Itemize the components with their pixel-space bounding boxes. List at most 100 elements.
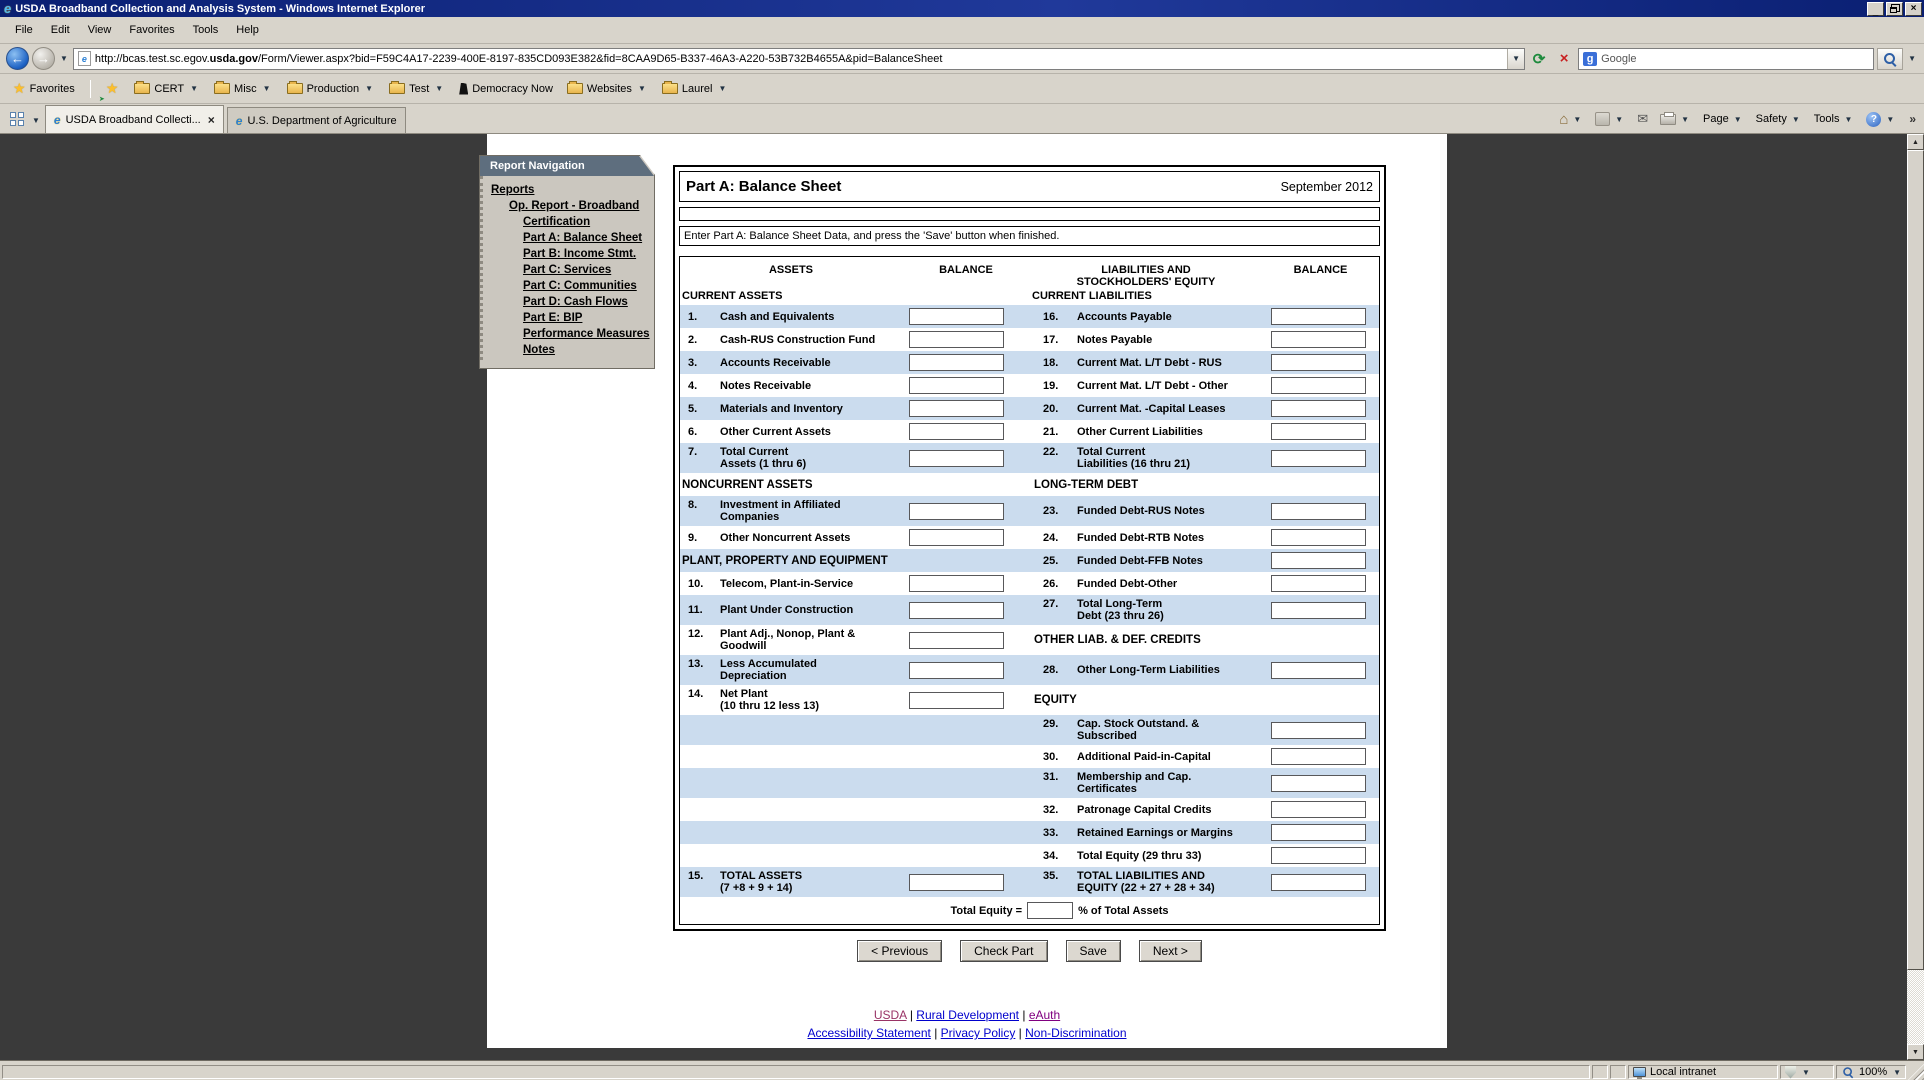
balance-input-10[interactable]: [909, 575, 1004, 592]
balance-input-7[interactable]: [909, 450, 1004, 467]
balance-input-12[interactable]: [909, 632, 1004, 649]
balance-input-25[interactable]: [1271, 552, 1366, 569]
balance-input-23[interactable]: [1271, 503, 1366, 520]
favorites-item-misc[interactable]: Misc▼: [209, 80, 278, 98]
nav-link-part-c-services[interactable]: Part C: Services: [483, 262, 652, 278]
balance-input-29[interactable]: [1271, 722, 1366, 739]
protected-mode-pane[interactable]: ▼: [1780, 1065, 1834, 1079]
previous-button[interactable]: < Previous: [857, 940, 942, 962]
nav-link-certification[interactable]: Certification: [483, 214, 652, 230]
toolbar-overflow-icon[interactable]: »: [1905, 112, 1920, 126]
search-box[interactable]: g: [1578, 48, 1874, 70]
favorites-center-button[interactable]: ★ Favorites: [8, 77, 80, 100]
balance-input-21[interactable]: [1271, 423, 1366, 440]
balance-input-22[interactable]: [1271, 450, 1366, 467]
balance-input-15[interactable]: [909, 874, 1004, 891]
balance-input-32[interactable]: [1271, 801, 1366, 818]
minimize-button[interactable]: _: [1867, 2, 1884, 16]
footer-link-privacy-policy[interactable]: Privacy Policy: [941, 1026, 1016, 1040]
balance-input-30[interactable]: [1271, 748, 1366, 765]
search-dropdown-icon[interactable]: ▼: [1906, 54, 1918, 63]
balance-input-14[interactable]: [909, 692, 1004, 709]
close-button[interactable]: ×: [1905, 2, 1922, 16]
read-mail-button[interactable]: ✉: [1634, 109, 1651, 129]
history-dropdown-icon[interactable]: ▼: [58, 54, 70, 63]
vertical-scrollbar[interactable]: ▲ ▼: [1907, 134, 1924, 1060]
balance-input-24[interactable]: [1271, 529, 1366, 546]
feeds-button[interactable]: ▼: [1592, 110, 1628, 128]
balance-input-27[interactable]: [1271, 602, 1366, 619]
footer-link-eauth[interactable]: eAuth: [1029, 1008, 1060, 1022]
home-button[interactable]: ⌂▼: [1556, 110, 1586, 129]
menu-view[interactable]: View: [79, 21, 121, 39]
url-field[interactable]: e http://bcas.test.sc.egov.usda.gov/Form…: [73, 48, 1525, 70]
url-text[interactable]: http://bcas.test.sc.egov.usda.gov/Form/V…: [95, 53, 1507, 65]
balance-input-35[interactable]: [1271, 874, 1366, 891]
favorites-item-production[interactable]: Production▼: [282, 80, 381, 98]
balance-input-18[interactable]: [1271, 354, 1366, 371]
balance-input-34[interactable]: [1271, 847, 1366, 864]
balance-input-26[interactable]: [1271, 575, 1366, 592]
print-button[interactable]: ▼: [1657, 112, 1694, 127]
balance-input-4[interactable]: [909, 377, 1004, 394]
footer-link-rural-development[interactable]: Rural Development: [916, 1008, 1019, 1022]
zoom-control-pane[interactable]: 100% ▼: [1836, 1065, 1906, 1079]
balance-input-9[interactable]: [909, 529, 1004, 546]
balance-input-20[interactable]: [1271, 400, 1366, 417]
nav-link-op-report-broadband[interactable]: Op. Report - Broadband: [483, 198, 652, 214]
nav-link-part-c-communities[interactable]: Part C: Communities: [483, 278, 652, 294]
balance-input-5[interactable]: [909, 400, 1004, 417]
browser-tab-2[interactable]: eU.S. Department of Agriculture: [227, 107, 406, 133]
refresh-button[interactable]: ⟳: [1528, 47, 1550, 71]
scroll-up-icon[interactable]: ▲: [1907, 134, 1924, 150]
nav-link-part-d-cash-flows[interactable]: Part D: Cash Flows: [483, 294, 652, 310]
nav-link-part-e-bip-performance-measures[interactable]: Part E: BIP Performance Measures: [483, 310, 652, 342]
help-button[interactable]: ?▼: [1863, 110, 1899, 129]
forward-button[interactable]: →: [32, 47, 55, 70]
url-dropdown-button[interactable]: ▼: [1507, 49, 1524, 69]
quick-tabs-button[interactable]: [4, 107, 30, 131]
balance-input-28[interactable]: [1271, 662, 1366, 679]
safety-menu-button[interactable]: Safety▼: [1753, 111, 1805, 127]
page-menu-button[interactable]: Page▼: [1700, 111, 1747, 127]
check-part-button[interactable]: Check Part: [960, 940, 1047, 962]
report-navigation-header[interactable]: Report Navigation: [480, 156, 654, 176]
close-tab-icon[interactable]: ×: [206, 113, 215, 127]
footer-link-accessibility-statement[interactable]: Accessibility Statement: [807, 1026, 930, 1040]
scroll-down-icon[interactable]: ▼: [1907, 1044, 1924, 1060]
browser-tab-1[interactable]: eUSDA Broadband Collecti...×: [45, 105, 224, 133]
menu-tools[interactable]: Tools: [184, 21, 228, 39]
favorites-item-test[interactable]: Test▼: [384, 80, 450, 98]
total-equity-input[interactable]: [1027, 902, 1073, 919]
save-button[interactable]: Save: [1066, 940, 1121, 962]
menu-file[interactable]: File: [6, 21, 42, 39]
nav-link-part-b-income-stmt[interactable]: Part B: Income Stmt.: [483, 246, 652, 262]
favorites-item-cert[interactable]: CERT▼: [129, 80, 205, 98]
tab-list-dropdown-icon[interactable]: ▼: [30, 116, 42, 125]
nav-link-part-a-balance-sheet[interactable]: Part A: Balance Sheet: [483, 230, 652, 246]
balance-input-6[interactable]: [909, 423, 1004, 440]
footer-link-usda[interactable]: USDA: [874, 1008, 907, 1022]
next-button[interactable]: Next >: [1139, 940, 1202, 962]
search-button[interactable]: [1877, 48, 1903, 70]
stop-button[interactable]: ×: [1553, 47, 1575, 71]
restore-button[interactable]: [1886, 2, 1903, 16]
resize-grip[interactable]: [1908, 1064, 1924, 1080]
back-button[interactable]: ←: [6, 47, 29, 70]
balance-input-33[interactable]: [1271, 824, 1366, 841]
balance-input-1[interactable]: [909, 308, 1004, 325]
balance-input-13[interactable]: [909, 662, 1004, 679]
balance-input-11[interactable]: [909, 602, 1004, 619]
balance-input-31[interactable]: [1271, 775, 1366, 792]
footer-link-non-discrimination[interactable]: Non-Discrimination: [1025, 1026, 1126, 1040]
balance-input-3[interactable]: [909, 354, 1004, 371]
balance-input-8[interactable]: [909, 503, 1004, 520]
nav-link-reports[interactable]: Reports: [483, 182, 652, 198]
favorites-item-websites[interactable]: Websites▼: [562, 80, 653, 98]
menu-favorites[interactable]: Favorites: [120, 21, 183, 39]
balance-input-19[interactable]: [1271, 377, 1366, 394]
scrollbar-thumb[interactable]: [1907, 150, 1924, 970]
nav-link-notes[interactable]: Notes: [483, 342, 652, 358]
menu-help[interactable]: Help: [227, 21, 268, 39]
favorites-item-laurel[interactable]: Laurel▼: [657, 80, 734, 98]
